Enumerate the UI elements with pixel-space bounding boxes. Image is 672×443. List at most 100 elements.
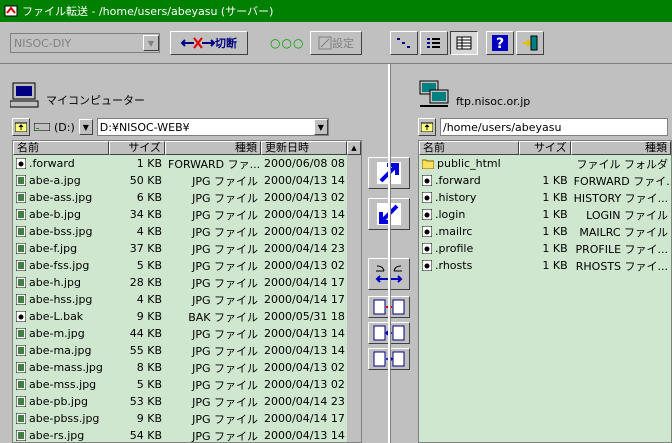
file-name: .profile: [419, 242, 519, 255]
file-date: 2000/04/13 02: [264, 361, 345, 374]
image-file-icon: [16, 192, 26, 203]
chevron-down-icon[interactable]: ▼: [143, 35, 159, 51]
file-icon: [422, 226, 432, 237]
table-row[interactable]: abe-f.jpg 37 KB JPG ファイル 2000/04/14 23: [13, 240, 361, 257]
list-view-icon: [397, 38, 410, 48]
table-row[interactable]: abe-ass.jpg 6 KB JPG ファイル 2000/04/13 02: [13, 189, 361, 206]
col-size-header[interactable]: サイズ: [519, 141, 571, 155]
table-row[interactable]: public_html ファイル フォルダ: [419, 155, 671, 172]
table-row[interactable]: .mailrc 1 KB MAILRC ファイル: [419, 223, 671, 240]
local-scrollbar[interactable]: ▲: [347, 141, 361, 442]
file-size: 1 KB: [542, 225, 568, 238]
pane-splitter[interactable]: [388, 64, 391, 443]
settings-button[interactable]: 設定: [310, 31, 362, 55]
file-name: abe-f.jpg: [13, 242, 109, 255]
remote-pathbar: /home/users/abeyasu: [418, 118, 668, 136]
table-row[interactable]: abe-mass.jpg 8 KB JPG ファイル 2000/04/13 02: [13, 359, 361, 376]
file-date: 2000/04/14 23: [264, 395, 345, 408]
table-row[interactable]: abe-rs.jpg 54 KB JPG ファイル 2000/04/13 14: [13, 427, 361, 442]
table-row[interactable]: abe-b.jpg 34 KB JPG ファイル 2000/04/13 14: [13, 206, 361, 223]
view-report-button[interactable]: [450, 31, 478, 55]
col-date-header[interactable]: 更新日時: [261, 141, 347, 155]
file-type: JPG ファイル: [192, 208, 258, 222]
file-icon: [422, 209, 432, 220]
table-row[interactable]: abe-h.jpg 28 KB JPG ファイル 2000/04/14 17: [13, 274, 361, 291]
table-row[interactable]: abe-pbss.jpg 9 KB JPG ファイル 2000/04/14 17: [13, 410, 361, 427]
image-file-icon: [16, 175, 26, 186]
title-bar: ファイル転送 - /home/users/abeyasu (サーバー): [0, 0, 672, 22]
app-icon: [4, 5, 18, 17]
col-type-header[interactable]: 種類: [570, 141, 671, 155]
details-view-icon: [427, 38, 440, 48]
file-size: 6 KB: [136, 191, 162, 204]
file-name: abe-h.jpg: [13, 276, 109, 289]
help-button[interactable]: ?: [486, 31, 514, 55]
file-date: 2000/04/13 14: [264, 174, 345, 187]
file-size: 1 KB: [542, 191, 568, 204]
disconnect-button[interactable]: 切断: [170, 31, 248, 55]
file-size: 5 KB: [136, 259, 162, 272]
table-row[interactable]: .forward 1 KB FORWARD ファイ...: [419, 172, 671, 189]
table-row[interactable]: abe-pb.jpg 53 KB JPG ファイル 2000/04/14 23: [13, 393, 361, 410]
table-row[interactable]: abe-a.jpg 50 KB JPG ファイル 2000/04/13 14: [13, 172, 361, 189]
toolbar: NISOC-DIY ▼ 切断 ○○○ 設定 ?: [0, 23, 672, 64]
local-path-input[interactable]: D:¥NISOC-WEB¥ ▼: [96, 118, 329, 136]
table-row[interactable]: abe-mss.jpg 5 KB JPG ファイル 2000/04/13 02: [13, 376, 361, 393]
file-name: abe-m.jpg: [13, 327, 109, 340]
view-list-button[interactable]: [390, 31, 418, 55]
chevron-down-icon[interactable]: ▼: [78, 119, 93, 135]
file-type: JPG ファイル: [192, 412, 258, 426]
table-row[interactable]: abe-ma.jpg 55 KB JPG ファイル 2000/04/13 14: [13, 342, 361, 359]
remote-file-list[interactable]: 名前 サイズ 種類 public_html ファイル フォルダ .forward 1 …: [418, 140, 672, 443]
drive-select[interactable]: (D:) ▼: [34, 119, 93, 135]
chevron-down-icon[interactable]: ▼: [313, 119, 328, 135]
file-name: abe-L.bak: [13, 310, 109, 323]
local-file-list[interactable]: 名前 サイズ 種類 更新日時 .forward 1 KB FORWARD ファ...…: [12, 140, 362, 443]
file-name: abe-rs.jpg: [13, 429, 109, 442]
remote-up-folder-button[interactable]: [418, 118, 436, 136]
file-name: .history: [419, 191, 519, 204]
file-name: .mailrc: [419, 225, 519, 238]
exit-button[interactable]: [516, 31, 544, 55]
scroll-up-icon[interactable]: ▲: [347, 141, 361, 155]
file-size: 50 KB: [129, 174, 162, 187]
view-details-button[interactable]: [420, 31, 448, 55]
file-size: 1 KB: [542, 208, 568, 221]
remote-path-input[interactable]: /home/users/abeyasu: [440, 118, 668, 136]
file-size: 1 KB: [542, 242, 568, 255]
file-name: abe-pb.jpg: [13, 395, 109, 408]
file-date: 2000/04/13 02: [264, 225, 345, 238]
file-date: 2000/04/13 02: [264, 378, 345, 391]
table-row[interactable]: abe-fss.jpg 5 KB JPG ファイル 2000/04/13 02: [13, 257, 361, 274]
table-row[interactable]: abe-m.jpg 44 KB JPG ファイル 2000/04/13 14: [13, 325, 361, 342]
file-size: 55 KB: [129, 344, 162, 357]
table-row[interactable]: .forward 1 KB FORWARD ファ... 2000/06/08 08: [13, 155, 361, 172]
file-date: 2000/04/14 17: [264, 412, 345, 425]
up-folder-icon: [421, 122, 433, 132]
file-size: 1 KB: [542, 259, 568, 272]
table-row[interactable]: .history 1 KB HISTORY ファイ...: [419, 189, 671, 206]
image-file-icon: [16, 413, 26, 424]
table-row[interactable]: .rhosts 1 KB RHOSTS ファイ...: [419, 257, 671, 274]
local-up-folder-button[interactable]: [12, 118, 30, 136]
file-type: PROFILE ファイ...: [575, 242, 669, 256]
image-file-icon: [16, 209, 26, 220]
table-row[interactable]: abe-L.bak 9 KB BAK ファイル 2000/05/31 18: [13, 308, 361, 325]
file-name: public_html: [419, 157, 519, 170]
profile-select[interactable]: NISOC-DIY ▼: [10, 33, 160, 53]
col-name-header[interactable]: 名前: [419, 141, 520, 155]
file-icon: [16, 158, 26, 169]
table-row[interactable]: abe-bss.jpg 4 KB JPG ファイル 2000/04/13 02: [13, 223, 361, 240]
window-title: ファイル転送 - /home/users/abeyasu (サーバー): [22, 5, 274, 18]
col-type-header[interactable]: 種類: [165, 141, 261, 155]
col-size-header[interactable]: サイズ: [109, 141, 165, 155]
file-type: JPG ファイル: [192, 378, 258, 392]
table-row[interactable]: abe-hss.jpg 4 KB JPG ファイル 2000/04/14 17: [13, 291, 361, 308]
table-row[interactable]: .profile 1 KB PROFILE ファイ...: [419, 240, 671, 257]
col-name-header[interactable]: 名前: [13, 141, 109, 155]
local-pane: マイコンピューター (D:) ▼ D:¥NISOC-WEB¥ ▼ 名前 サイズ …: [0, 64, 366, 443]
file-type: JPG ファイル: [192, 242, 258, 256]
table-row[interactable]: .login 1 KB LOGIN ファイル: [419, 206, 671, 223]
file-size: 37 KB: [129, 242, 162, 255]
file-size: 4 KB: [136, 293, 162, 306]
